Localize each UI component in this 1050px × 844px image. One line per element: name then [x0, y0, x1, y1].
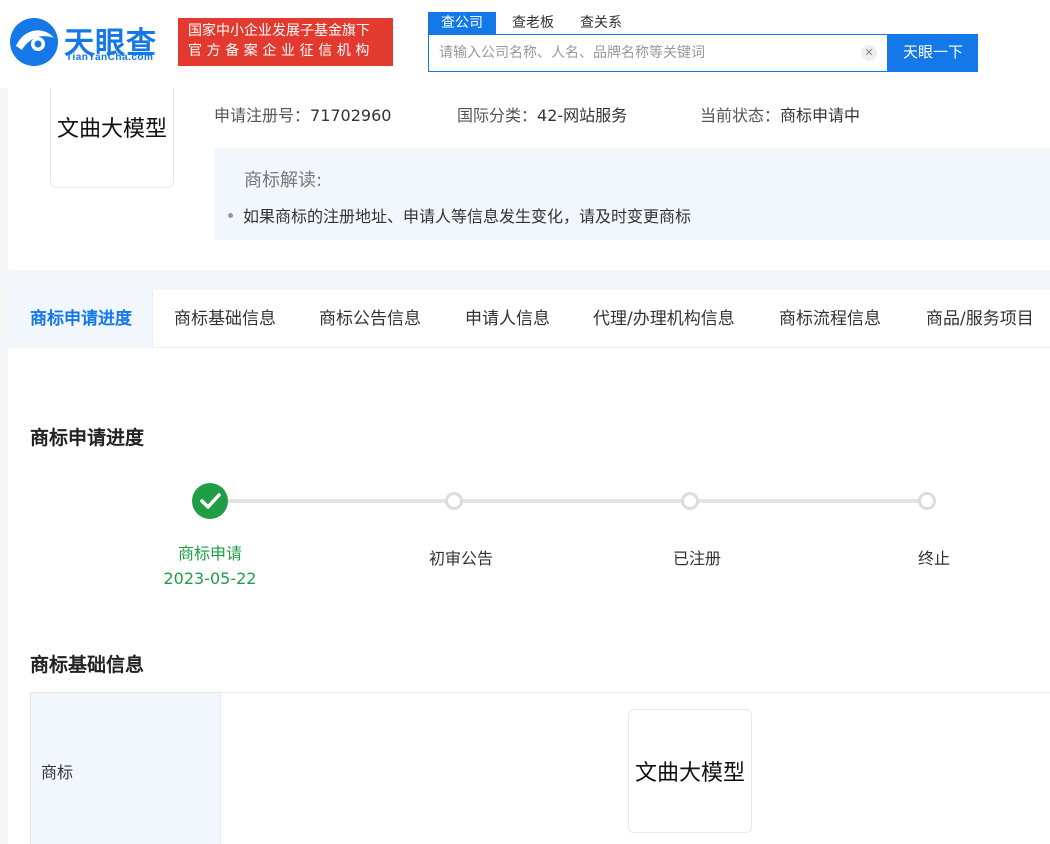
tab-basic-info[interactable]: 商标基础信息: [174, 290, 276, 348]
tab-process-info[interactable]: 商标流程信息: [779, 290, 881, 348]
badge-line-1: 国家中小企业发展子基金旗下: [188, 23, 370, 39]
tab-application-progress[interactable]: 商标申请进度: [8, 290, 153, 348]
reg-no-field: 申请注册号：71702960: [214, 102, 391, 126]
search-box: ✕: [428, 34, 888, 72]
search-tab-relation[interactable]: 查关系: [576, 12, 626, 34]
search-button[interactable]: 天眼一下: [888, 34, 978, 72]
status-value: 商标申请中: [780, 106, 861, 125]
trademark-row-label: 商标: [41, 763, 74, 782]
clear-icon[interactable]: ✕: [861, 45, 877, 61]
tab-goods-services[interactable]: 商品/服务项目: [926, 290, 1034, 348]
bullet-icon: [228, 213, 233, 218]
tab-applicant-info[interactable]: 申请人信息: [465, 290, 550, 348]
tab-agency-info[interactable]: 代理/办理机构信息: [593, 290, 735, 348]
search-tab-company[interactable]: 查公司: [428, 12, 496, 34]
step-1-label: 商标申请: [177, 544, 242, 563]
interpretation-title: 商标解读:: [244, 170, 323, 191]
table-row-header: 商标: [31, 693, 221, 844]
basic-info-section-title: 商标基础信息: [30, 654, 145, 676]
official-badge: 国家中小企业发展子基金旗下 官方备案企业征信机构: [178, 18, 393, 66]
step-1-done-check-icon: [192, 483, 228, 519]
logo-subtext: TianYanCha.com: [66, 52, 154, 63]
reg-no-value: 71702960: [310, 106, 392, 125]
site-header: 天眼查 TianYanCha.com 国家中小企业发展子基金旗下 官方备案企业征…: [0, 0, 1050, 88]
step-3-label: 已注册: [672, 549, 721, 568]
class-label: 国际分类：: [457, 106, 538, 125]
search-input[interactable]: [439, 35, 849, 71]
step-3-node: [681, 492, 699, 510]
progress-track: [228, 499, 928, 503]
interpretation-text: 如果商标的注册地址、申请人等信息发生变化，请及时变更商标: [243, 207, 692, 226]
progress-section-title: 商标申请进度: [30, 427, 145, 449]
badge-line-2: 官方备案企业征信机构: [188, 43, 374, 59]
search-tab-boss[interactable]: 查老板: [508, 12, 558, 34]
step-4-node: [918, 492, 936, 510]
interpretation-item: 如果商标的注册地址、申请人等信息发生变化，请及时变更商标: [228, 203, 691, 227]
status-label: 当前状态：: [700, 106, 781, 125]
tab-announcement-info[interactable]: 商标公告信息: [319, 290, 421, 348]
eye-logo-icon: [10, 18, 58, 66]
trademark-image: 文曲大模型: [50, 88, 174, 188]
class-field: 国际分类：42-网站服务: [457, 102, 627, 126]
detail-tabs: 商标申请进度 商标基础信息 商标公告信息 申请人信息 代理/办理机构信息 商标流…: [8, 290, 1050, 348]
trademark-image-large: 文曲大模型: [628, 709, 752, 833]
status-field: 当前状态：商标申请中: [700, 102, 860, 126]
reg-no-label: 申请注册号：: [214, 106, 311, 125]
trademark-interpretation: 商标解读: 如果商标的注册地址、申请人等信息发生变化，请及时变更商标: [214, 148, 1050, 240]
site-logo[interactable]: 天眼查 TianYanCha.com: [8, 14, 168, 70]
step-2-label: 初审公告: [428, 549, 493, 568]
step-4-label: 终止: [917, 549, 950, 568]
class-value: 42-网站服务: [537, 106, 628, 125]
step-1-date: 2023-05-22: [163, 569, 257, 588]
basic-info-table: 商标: [30, 692, 1050, 844]
step-2-node: [445, 492, 463, 510]
